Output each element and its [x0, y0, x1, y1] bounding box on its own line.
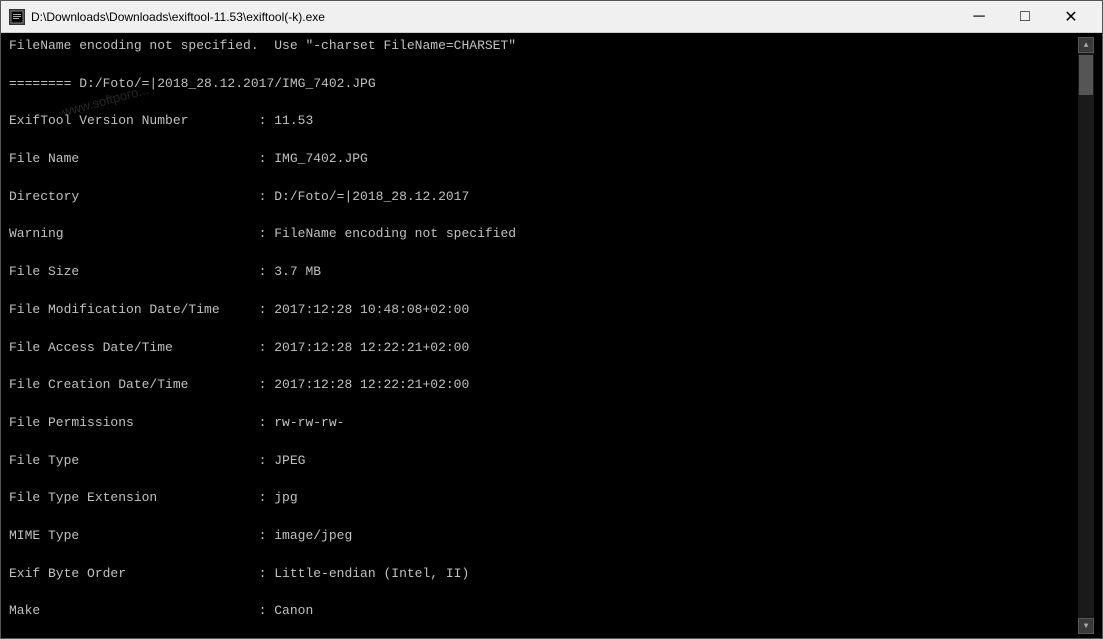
console-line: File Creation Date/Time : 2017:12:28 12:… — [9, 376, 1078, 395]
scrollbar-down-button[interactable]: ▼ — [1078, 618, 1094, 634]
console-line: File Type : JPEG — [9, 452, 1078, 471]
scrollbar-thumb[interactable] — [1079, 55, 1093, 95]
title-bar: D:\Downloads\Downloads\exiftool-11.53\ex… — [1, 1, 1102, 33]
console-line: Directory : D:/Foto/=|2018_28.12.2017 — [9, 188, 1078, 207]
console-line: Warning : FileName encoding not specifie… — [9, 225, 1078, 244]
console-line: ======== D:/Foto/=|2018_28.12.2017/IMG_7… — [9, 75, 1078, 94]
window-controls: ─ □ ✕ — [956, 1, 1094, 33]
title-text: D:\Downloads\Downloads\exiftool-11.53\ex… — [31, 10, 956, 24]
console-line: File Size : 3.7 MB — [9, 263, 1078, 282]
console-line: File Modification Date/Time : 2017:12:28… — [9, 301, 1078, 320]
main-window: D:\Downloads\Downloads\exiftool-11.53\ex… — [0, 0, 1103, 639]
console-line: MIME Type : image/jpeg — [9, 527, 1078, 546]
console-line: File Permissions : rw-rw-rw- — [9, 414, 1078, 433]
scrollbar-track[interactable] — [1078, 53, 1094, 618]
console-line: Make : Canon — [9, 602, 1078, 621]
close-button[interactable]: ✕ — [1048, 1, 1094, 33]
console-line: File Type Extension : jpg — [9, 489, 1078, 508]
console-output: FileName encoding not specified. Use "-c… — [9, 37, 1078, 634]
console-line: File Name : IMG_7402.JPG — [9, 150, 1078, 169]
console-area: FileName encoding not specified. Use "-c… — [1, 33, 1102, 638]
scrollbar-up-button[interactable]: ▲ — [1078, 37, 1094, 53]
minimize-button[interactable]: ─ — [956, 1, 1002, 33]
console-line: FileName encoding not specified. Use "-c… — [9, 37, 1078, 56]
console-line: Exif Byte Order : Little-endian (Intel, … — [9, 565, 1078, 584]
console-line: File Access Date/Time : 2017:12:28 12:22… — [9, 339, 1078, 358]
maximize-button[interactable]: □ — [1002, 1, 1048, 33]
window-icon — [9, 9, 25, 25]
console-line: ExifTool Version Number : 11.53 — [9, 112, 1078, 131]
scrollbar[interactable]: ▲ ▼ — [1078, 37, 1094, 634]
